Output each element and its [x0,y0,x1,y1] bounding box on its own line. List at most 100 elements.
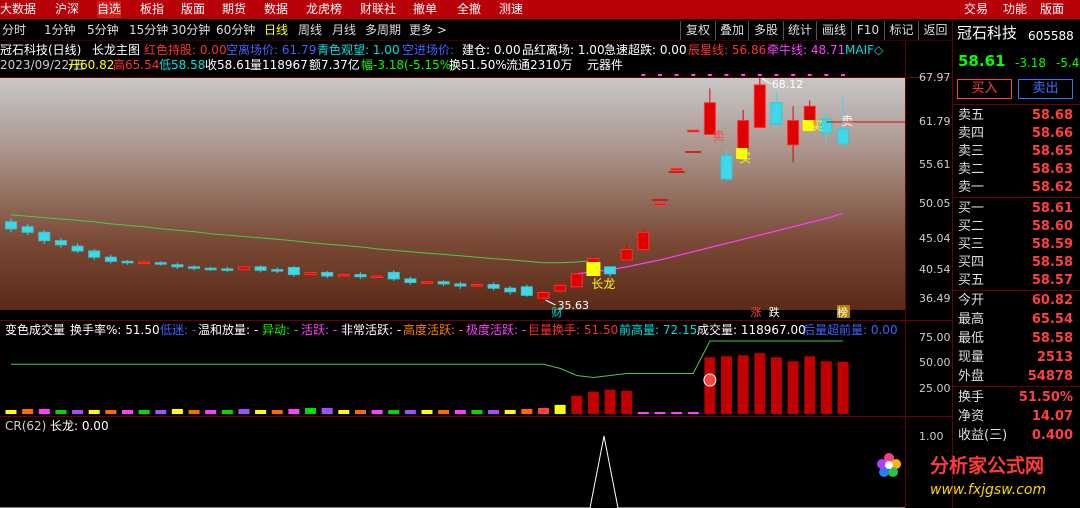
quote-row-value: 2513 [1036,350,1073,365]
volume-axis-tick: 25.00 [919,382,951,395]
quote-row-value: 58.58 [1031,255,1073,270]
candle-body [737,120,750,149]
top-menu-item[interactable]: 功能 [1003,1,1027,18]
high-price-pointer [761,77,772,85]
volume-bar [604,389,616,414]
marker-zhang: 涨 [751,306,762,319]
price-axis-tick: 45.04 [919,232,951,245]
quote-row: 最高 65.54 [953,311,1080,329]
candle-body [620,249,633,261]
volume-ma-line [11,340,843,379]
volume-bar [238,408,250,414]
volume-bar [770,357,782,414]
price-axis-tick: 50.05 [919,197,951,210]
candle-body [421,281,433,284]
candle-body [787,120,800,146]
candle-body [271,269,284,272]
top-menu-item[interactable]: 版面 [1040,1,1064,18]
quote-row-label: 买一 [958,201,985,216]
candle-body [837,128,849,145]
candle-body [38,231,51,242]
quote-row: 卖二 58.63 [953,161,1080,179]
volume-legend-item: 高度活跃: - [403,323,464,337]
stock-code: 605588 [1028,29,1074,43]
candle-body [487,284,500,289]
sell-button[interactable]: 卖出 [1018,79,1073,99]
price-change: -3.18 [1015,56,1047,70]
candle-body [554,284,567,292]
quote-row-value: 54878 [1027,369,1073,384]
volume-bar [255,409,267,414]
volume-signal-ball [703,373,717,387]
volume-bar [371,409,383,414]
quote-separator [953,386,1080,387]
marker-bang: 榜 [837,305,848,319]
quote-row-label: 现量 [958,350,985,365]
price-axis-tick: 40.54 [919,263,951,276]
volume-bar [637,411,649,414]
volume-bar [671,411,683,414]
candle-body [454,283,467,287]
quote-row: 买一 58.61 [953,200,1080,218]
quote-row-value: 58.63 [1031,162,1073,177]
changlong-label: 长龙 [591,277,615,291]
price-change-pct: -5.43% [1056,56,1080,70]
volume-bar [188,409,200,414]
volume-bar [388,409,400,414]
candle-body [121,260,134,264]
volume-bar [621,390,633,414]
buy-signal-marker [802,120,814,131]
quote-row-label: 买四 [958,255,985,270]
price-axis-tick: 61.79 [919,115,951,128]
candle-body [304,271,317,276]
toolbar-button[interactable]: 返回 [918,21,952,40]
candle-body [21,226,34,233]
candle-body [287,267,300,276]
top-menu-item[interactable]: 交易 [964,1,988,18]
quote-separator [953,290,1080,291]
cr-legend-item: 长龙: 0.00 [50,419,109,433]
candle-body [387,271,400,280]
watermark-title: 分析家公式网 [930,455,1045,477]
candle-body [71,245,84,252]
quote-row-label: 买三 [958,237,985,252]
volume-bar [305,407,317,414]
quote-separator [953,197,1080,198]
quote-row: 买三 58.59 [953,236,1080,254]
quote-row-value: 58.62 [1031,180,1073,195]
buy-button[interactable]: 买入 [957,79,1012,99]
volume-bar [654,411,666,414]
volume-bar [72,409,84,414]
volume-bar [321,407,333,414]
candle-body [54,240,67,246]
chart-right-border [905,41,906,508]
quote-row-value: 58.57 [1031,273,1073,288]
volume-legend-item: 活跃: - [301,323,338,337]
candle-body [254,266,267,271]
quote-row-label: 卖四 [958,126,985,141]
quote-row-label: 最高 [958,312,985,327]
volume-bar [721,356,733,414]
flower-logo-icon [876,452,902,478]
volume-bar [471,409,483,414]
volume-bar [5,409,17,414]
volume-legend-item: 非常活跃: - [341,323,402,337]
volume-bar [105,409,117,414]
candle-body [221,268,234,271]
chart-canvas[interactable]: 68.1235.63长龙卖买买卖财涨跌榜 [0,0,905,508]
candle-body [5,221,17,230]
quote-row-label: 最低 [958,331,985,346]
volume-bar [55,409,67,414]
quote-row: 卖三 58.65 [953,143,1080,161]
volume-bar [587,391,599,414]
volume-bar [737,355,749,414]
quote-row-label: 买二 [958,219,985,234]
quote-row: 买四 58.58 [953,254,1080,272]
quote-row-value: 0.400 [1031,428,1073,443]
volume-bar [488,409,500,414]
candle-body [171,264,184,268]
last-price: 58.61 [958,52,1006,70]
volume-bar [537,407,549,414]
candle-body [753,84,766,128]
volume-bar [787,361,799,414]
